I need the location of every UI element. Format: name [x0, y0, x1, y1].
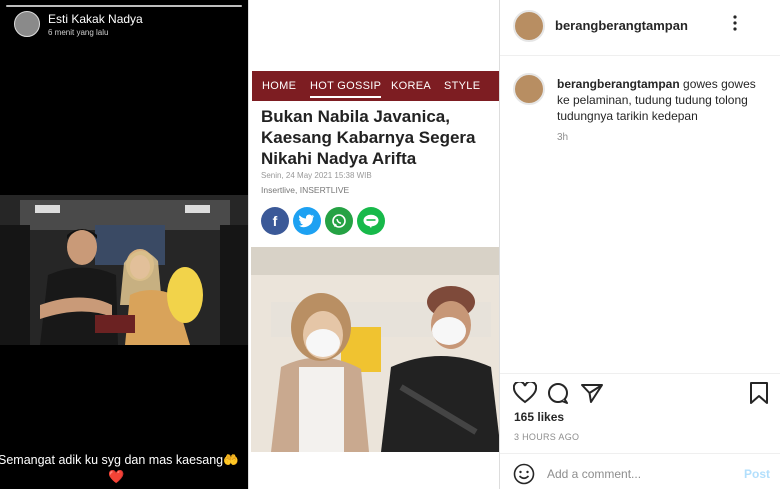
news-date: Senin, 24 May 2021 15:38 WIB: [261, 171, 372, 180]
news-source: Insertlive, INSERTLIVE: [261, 185, 350, 195]
header-divider: [500, 55, 780, 56]
likes-count[interactable]: 165 likes: [514, 410, 564, 424]
emoji-icon[interactable]: [513, 463, 535, 490]
story-user-name[interactable]: Esti Kakak Nadya: [48, 12, 143, 26]
whatsapp-icon[interactable]: [325, 207, 353, 235]
twitter-icon[interactable]: [293, 207, 321, 235]
post-time: 3 HOURS AGO: [514, 432, 580, 442]
caption-comment: berangberangtampan gowes gowes ke pelami…: [557, 76, 767, 124]
nav-hot-gossip[interactable]: HOT GOSSIP: [310, 80, 382, 98]
comment-username[interactable]: berangberangtampan: [557, 77, 680, 91]
car-interior-illustration: [0, 195, 248, 345]
more-options-icon[interactable]: [730, 14, 740, 37]
instagram-panel: berangberangtampan berangberangtampan go…: [500, 0, 780, 489]
nav-home[interactable]: HOME: [262, 80, 296, 92]
nav-korea[interactable]: KOREA: [391, 80, 431, 92]
story-progress-bar: [6, 5, 242, 7]
add-comment-input[interactable]: Add a comment...: [547, 467, 641, 481]
couple-photo-illustration: [251, 247, 499, 452]
story-photo: [0, 195, 248, 345]
nav-style[interactable]: STYLE: [444, 80, 480, 92]
actions-divider: [500, 373, 780, 374]
save-bookmark-icon[interactable]: [749, 382, 769, 409]
comment-bubble-icon[interactable]: [546, 382, 570, 409]
post-username[interactable]: berangberangtampan: [555, 18, 688, 33]
news-panel: HOME HOT GOSSIP KOREA STYLE Bukan Nabila…: [248, 0, 500, 489]
post-comment-button[interactable]: Post: [744, 467, 770, 481]
news-photo: [251, 247, 499, 452]
facebook-icon[interactable]: f: [261, 207, 289, 235]
comment-time: 3h: [557, 132, 569, 143]
heart-icon: ❤️: [108, 469, 125, 484]
share-direct-icon[interactable]: [580, 382, 604, 409]
story-timestamp: 6 menit yang lalu: [48, 28, 109, 37]
line-icon[interactable]: [357, 207, 385, 235]
news-headline[interactable]: Bukan Nabila Javanica, Kaesang Kabarnya …: [261, 106, 497, 169]
like-heart-icon[interactable]: [512, 380, 538, 409]
story-panel: Esti Kakak Nadya 6 menit yang lalu Seman…: [0, 0, 248, 489]
profile-avatar[interactable]: [513, 10, 545, 42]
comment-avatar[interactable]: [513, 73, 545, 105]
comment-divider: [500, 453, 780, 454]
news-nav-bar: HOME HOT GOSSIP KOREA STYLE: [252, 71, 499, 101]
story-caption: Semangat adik ku syg dan mas kaesang🤲: [0, 453, 239, 467]
story-avatar[interactable]: [14, 11, 40, 37]
